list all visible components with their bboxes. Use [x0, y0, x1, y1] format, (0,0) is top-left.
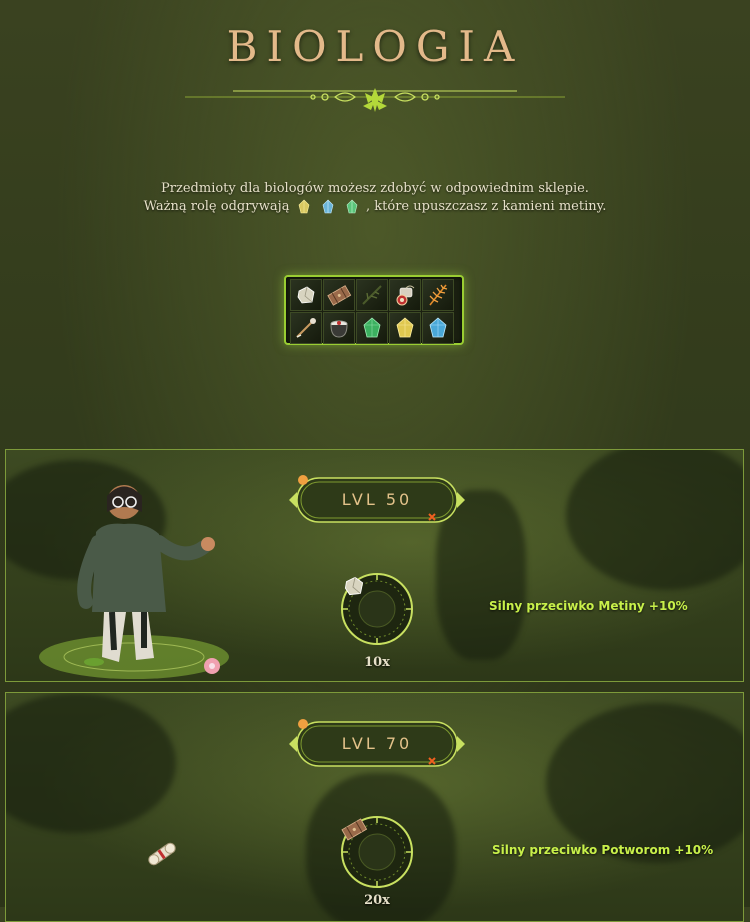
wooden-crate-icon: [327, 285, 352, 306]
green-stone-icon: [363, 317, 381, 338]
level-panel-50: LVL 50 10x Silny przeciwko Metiny +10%: [5, 449, 744, 682]
reward-slot[interactable]: [340, 572, 414, 646]
item-slot[interactable]: [290, 279, 322, 311]
yellow-stone-icon: [396, 317, 414, 338]
level-panel-70: LVL 70 20x Silny przeciwko Potworom +10%: [5, 692, 744, 922]
item-slot[interactable]: [356, 312, 388, 344]
item-slot[interactable]: [389, 279, 421, 311]
reward-count: 20x: [364, 893, 390, 908]
lantern-icon: [396, 285, 415, 306]
staff-icon: [296, 318, 316, 338]
biologist-items-grid: [284, 275, 464, 345]
item-slot[interactable]: [290, 312, 322, 344]
item-slot[interactable]: [356, 279, 388, 311]
green-stone-icon: [346, 199, 358, 213]
level-label: LVL 50: [341, 490, 413, 509]
blue-stone-icon: [429, 317, 447, 338]
white-stone-icon: [344, 576, 364, 596]
item-slot[interactable]: [422, 312, 454, 344]
bonus-text: Silny przeciwko Metiny +10%: [489, 599, 688, 613]
bonus-text: Silny przeciwko Potworom +10%: [492, 843, 714, 857]
pot-icon: [330, 320, 348, 338]
reward-count: 10x: [364, 655, 390, 670]
title-ornament-icon: [185, 88, 565, 112]
branch-icon: [362, 285, 382, 305]
level-badge: LVL 70: [289, 718, 465, 770]
yellow-stone-icon: [298, 199, 309, 213]
white-stone-icon: [297, 286, 315, 304]
item-slot[interactable]: [422, 279, 454, 311]
page-title: BIOLOGIA: [226, 22, 524, 71]
item-slot[interactable]: [389, 312, 421, 344]
background-tree: [546, 703, 743, 863]
intro-line-2-end: , które upuszczasz z kamieni metiny.: [366, 199, 607, 214]
biologist-npc-icon: [39, 485, 229, 679]
item-slot[interactable]: [323, 312, 355, 344]
wooden-crate-icon: [341, 818, 368, 841]
level-label: LVL 70: [341, 734, 413, 753]
item-slot[interactable]: [323, 279, 355, 311]
fern-icon: [429, 284, 448, 306]
background-tree: [566, 450, 743, 590]
level-badge: LVL 50: [289, 474, 465, 526]
intro-line-1: Przedmioty dla biologów możesz zdobyć w …: [161, 181, 589, 196]
background-tree: [6, 693, 176, 833]
reward-slot[interactable]: [340, 815, 414, 889]
blue-stone-icon: [322, 199, 334, 213]
intro-text: Przedmioty dla biologów możesz zdobyć w …: [0, 180, 750, 216]
intro-line-2: Ważną rolę odgrywają , które upuszczasz …: [0, 198, 750, 216]
intro-line-2-start: Ważną rolę odgrywają: [143, 199, 290, 214]
scroll-icon: [148, 842, 176, 866]
